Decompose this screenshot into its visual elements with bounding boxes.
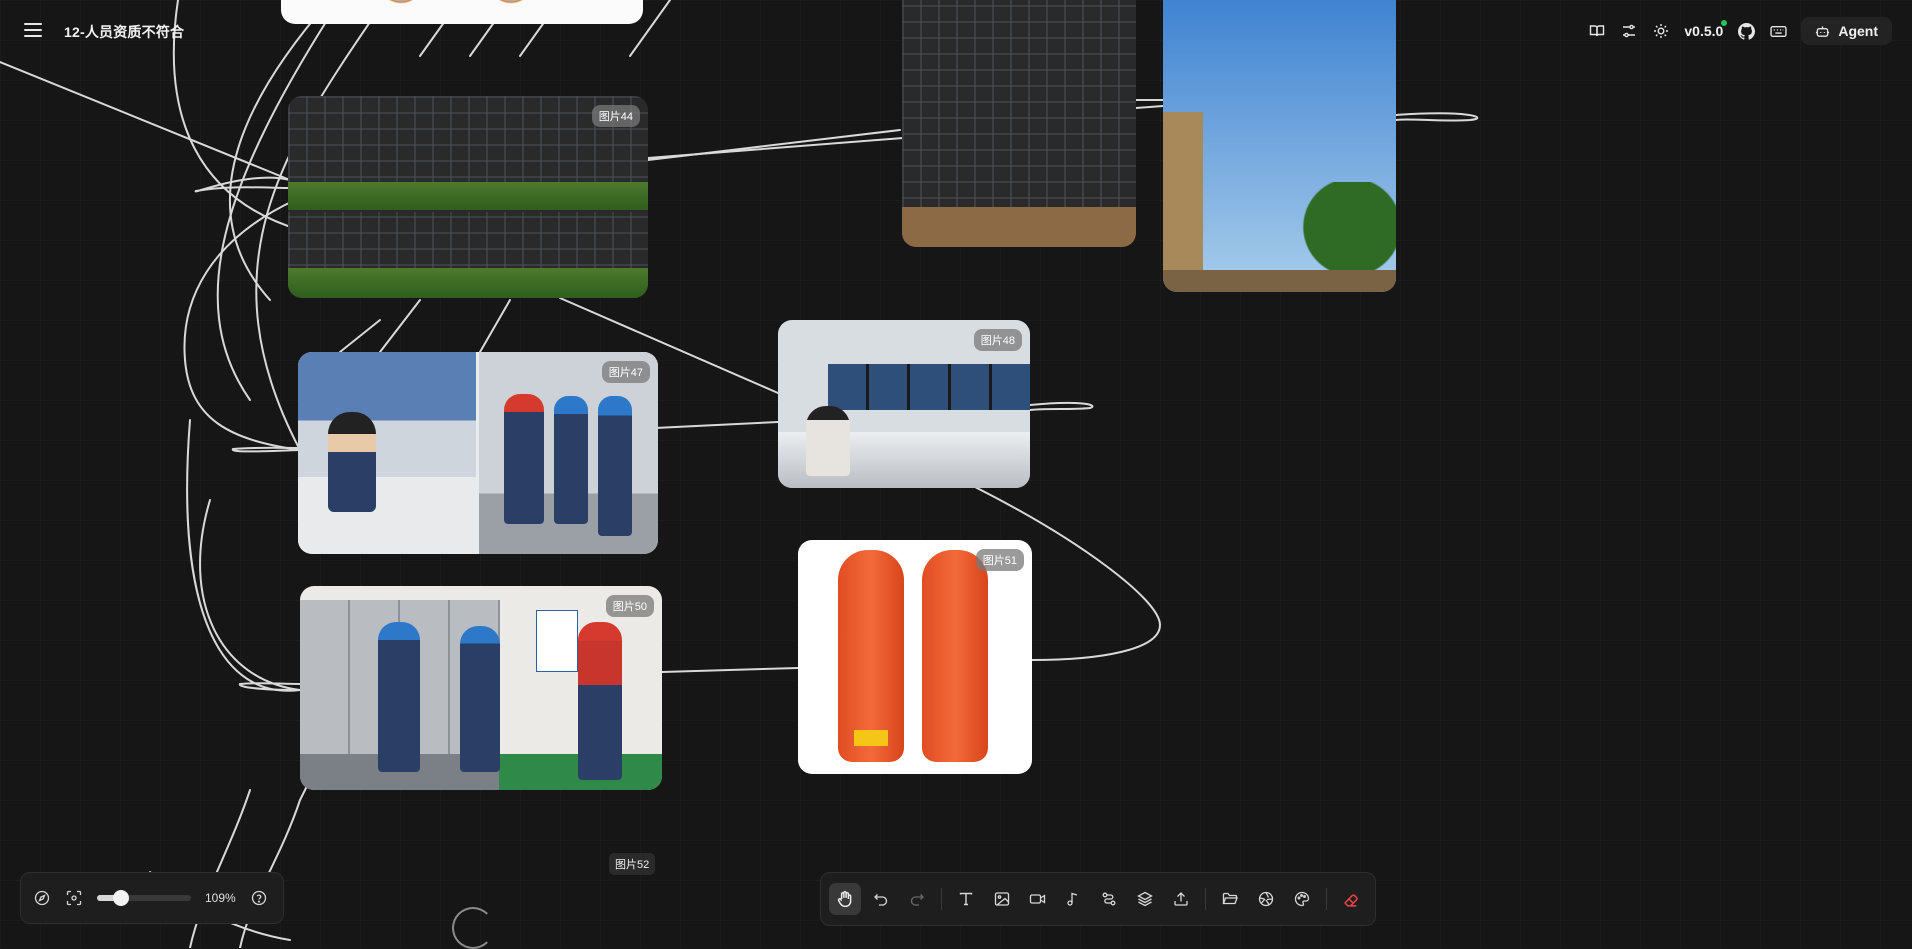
image-node-scaffold-photo[interactable] bbox=[902, 0, 1136, 247]
zoom-slider[interactable] bbox=[97, 890, 191, 906]
photo-trees bbox=[1286, 182, 1396, 272]
bot-icon bbox=[1816, 25, 1830, 37]
operator-figure bbox=[806, 406, 850, 476]
eraser-icon bbox=[1344, 893, 1359, 907]
zoom-slider-knob[interactable] bbox=[112, 890, 129, 906]
version-text: v0.5.0 bbox=[1684, 23, 1724, 39]
treeline bbox=[288, 268, 648, 298]
audio-tool-button[interactable] bbox=[1058, 883, 1090, 915]
worker-figure bbox=[504, 394, 544, 524]
gallery-button[interactable] bbox=[1250, 883, 1282, 915]
zoom-controls: 109% bbox=[20, 872, 284, 924]
layers-icon bbox=[1137, 891, 1154, 907]
loading-spinner bbox=[452, 907, 494, 949]
eraser-tool-button[interactable] bbox=[1335, 883, 1367, 915]
worker-figure bbox=[578, 622, 622, 780]
image-label-44: 图片44 bbox=[591, 105, 640, 127]
text-icon bbox=[959, 892, 972, 906]
worker-figure bbox=[378, 622, 420, 772]
sun-icon[interactable] bbox=[1652, 22, 1670, 40]
worker-figure bbox=[460, 626, 500, 772]
panel-control-room bbox=[298, 352, 476, 554]
image-node-50[interactable]: 图片50 bbox=[300, 586, 662, 790]
toolbar-separator bbox=[1205, 888, 1207, 910]
image-node-48[interactable]: 图片48 bbox=[778, 320, 1030, 488]
help-icon[interactable] bbox=[250, 889, 268, 907]
github-icon[interactable] bbox=[1737, 22, 1755, 40]
worker-figure bbox=[598, 396, 632, 536]
image-icon bbox=[994, 892, 1009, 906]
menu-bar-2 bbox=[24, 29, 42, 31]
sliders-icon[interactable] bbox=[1620, 22, 1638, 40]
text-tool-button[interactable] bbox=[950, 883, 982, 915]
video-icon bbox=[1029, 894, 1046, 904]
keyboard-icon[interactable] bbox=[1769, 22, 1787, 40]
agent-button[interactable]: Agent bbox=[1801, 17, 1892, 45]
status-dot bbox=[1721, 20, 1728, 26]
toolbar-separator bbox=[1325, 888, 1327, 910]
image-label-48: 图片48 bbox=[973, 329, 1022, 351]
image-tool-button[interactable] bbox=[986, 883, 1018, 915]
main-toolbar bbox=[820, 872, 1376, 926]
upload-icon bbox=[1174, 892, 1188, 906]
photo-ground bbox=[902, 207, 1136, 247]
worker-figure bbox=[554, 396, 588, 524]
open-folder-button[interactable] bbox=[1214, 883, 1246, 915]
image-label-50: 图片50 bbox=[605, 595, 654, 617]
image-node-railway-photo[interactable] bbox=[1163, 0, 1396, 292]
folder-icon bbox=[1222, 892, 1239, 905]
image-thumb bbox=[371, 0, 431, 10]
menu-bar-1 bbox=[24, 23, 42, 25]
hand-icon bbox=[837, 890, 852, 908]
theme-palette-button[interactable] bbox=[1286, 883, 1318, 915]
music-icon bbox=[1067, 892, 1078, 906]
book-icon[interactable] bbox=[1588, 22, 1606, 40]
floating-image-label-52: 图片52 bbox=[609, 853, 656, 875]
top-right-toolbar: v0.5.0 Agent bbox=[1588, 16, 1892, 46]
redo-button[interactable] bbox=[901, 883, 933, 915]
image-node-47[interactable]: 图片47 bbox=[298, 352, 658, 554]
worker-figure bbox=[328, 412, 376, 512]
layers-button[interactable] bbox=[1129, 883, 1161, 915]
undo-button[interactable] bbox=[865, 883, 897, 915]
image-label-51: 图片51 bbox=[975, 549, 1024, 571]
agent-label: Agent bbox=[1838, 23, 1878, 39]
connector-icon bbox=[1102, 892, 1116, 906]
document-title[interactable]: 12-人员资质不符合 bbox=[64, 22, 184, 42]
safety-notice-board bbox=[536, 610, 578, 672]
version-label: v0.5.0 bbox=[1684, 20, 1728, 39]
menu-bar-3 bbox=[24, 35, 42, 37]
video-tool-button[interactable] bbox=[1022, 883, 1054, 915]
menu-button[interactable] bbox=[22, 20, 44, 42]
monitor-wall bbox=[828, 364, 1030, 410]
image-thumb bbox=[481, 0, 541, 10]
photo-building bbox=[1163, 112, 1203, 272]
image-node-top[interactable] bbox=[281, 0, 643, 24]
undo-icon bbox=[873, 894, 888, 906]
hand-tool-button[interactable] bbox=[829, 883, 861, 915]
toolbar-separator bbox=[940, 888, 942, 910]
zoom-value: 109% bbox=[205, 891, 236, 905]
image-panel-scaffold bbox=[288, 212, 648, 298]
gallery-icon bbox=[1258, 891, 1274, 907]
connector-tool-button[interactable] bbox=[1093, 883, 1125, 915]
image-node-51[interactable]: 图片51 bbox=[798, 540, 1032, 774]
palette-icon bbox=[1294, 891, 1310, 907]
fit-screen-icon[interactable] bbox=[65, 889, 83, 907]
treeline bbox=[288, 182, 648, 210]
photo-track bbox=[1163, 270, 1396, 292]
redo-icon bbox=[910, 894, 924, 906]
image-label-47: 图片47 bbox=[601, 361, 650, 383]
export-button[interactable] bbox=[1165, 883, 1197, 915]
glove-right bbox=[922, 550, 988, 762]
compass-icon[interactable] bbox=[33, 889, 51, 907]
glove-label bbox=[854, 730, 888, 746]
image-node-44[interactable]: 图片44 bbox=[288, 96, 648, 298]
